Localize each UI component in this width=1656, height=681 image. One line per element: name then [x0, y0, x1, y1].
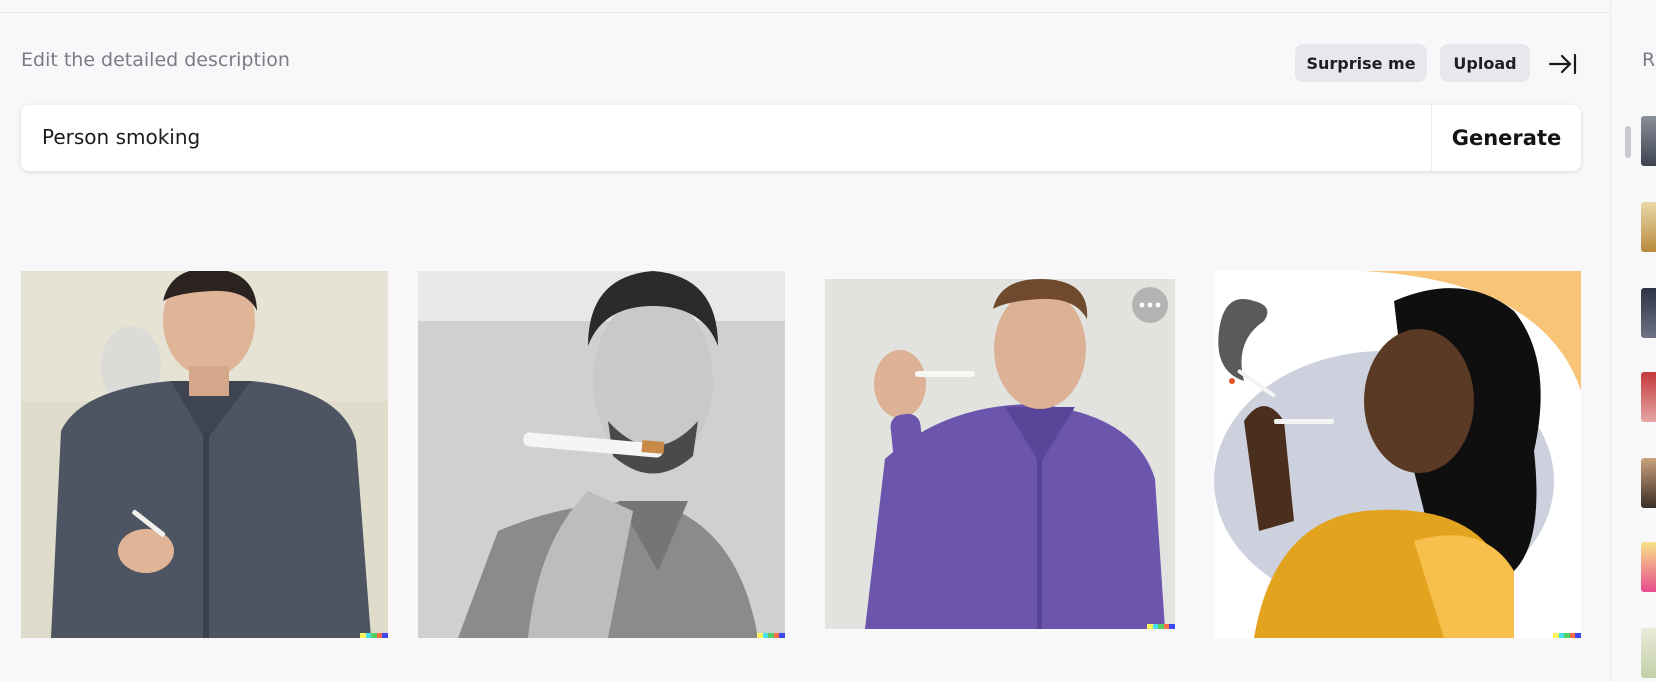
history-thumbnail[interactable]: [1641, 288, 1656, 338]
history-thumbnail[interactable]: [1641, 542, 1656, 592]
history-panel: R: [1610, 0, 1656, 681]
prompt-input[interactable]: Person smoking: [42, 125, 200, 149]
top-divider: [0, 12, 1610, 13]
history-panel-heading: R: [1642, 49, 1656, 71]
history-thumbnail[interactable]: [1641, 202, 1656, 252]
history-thumbnail[interactable]: [1641, 372, 1656, 422]
watermark-ribbon: [360, 633, 388, 638]
result-image-4[interactable]: [1214, 271, 1581, 638]
collapse-panel-icon[interactable]: [1548, 51, 1578, 77]
history-scrollbar[interactable]: [1625, 126, 1631, 158]
result-image-2[interactable]: [418, 271, 785, 638]
result-image-3[interactable]: [825, 279, 1175, 629]
more-options-icon[interactable]: [1132, 287, 1168, 323]
watermark-ribbon: [1553, 633, 1581, 638]
result-image-1[interactable]: [21, 271, 388, 638]
history-thumbnail[interactable]: [1641, 116, 1656, 166]
history-thumbnail[interactable]: [1641, 628, 1656, 678]
watermark-ribbon: [757, 633, 785, 638]
instruction-label: Edit the detailed description: [21, 49, 290, 71]
watermark-ribbon: [1147, 624, 1175, 629]
surprise-me-button[interactable]: Surprise me: [1295, 44, 1427, 82]
prompt-input-box[interactable]: Person smoking Generate: [21, 105, 1581, 171]
upload-button[interactable]: Upload: [1440, 44, 1530, 82]
generate-button[interactable]: Generate: [1432, 105, 1581, 171]
history-thumbnail[interactable]: [1641, 458, 1656, 508]
